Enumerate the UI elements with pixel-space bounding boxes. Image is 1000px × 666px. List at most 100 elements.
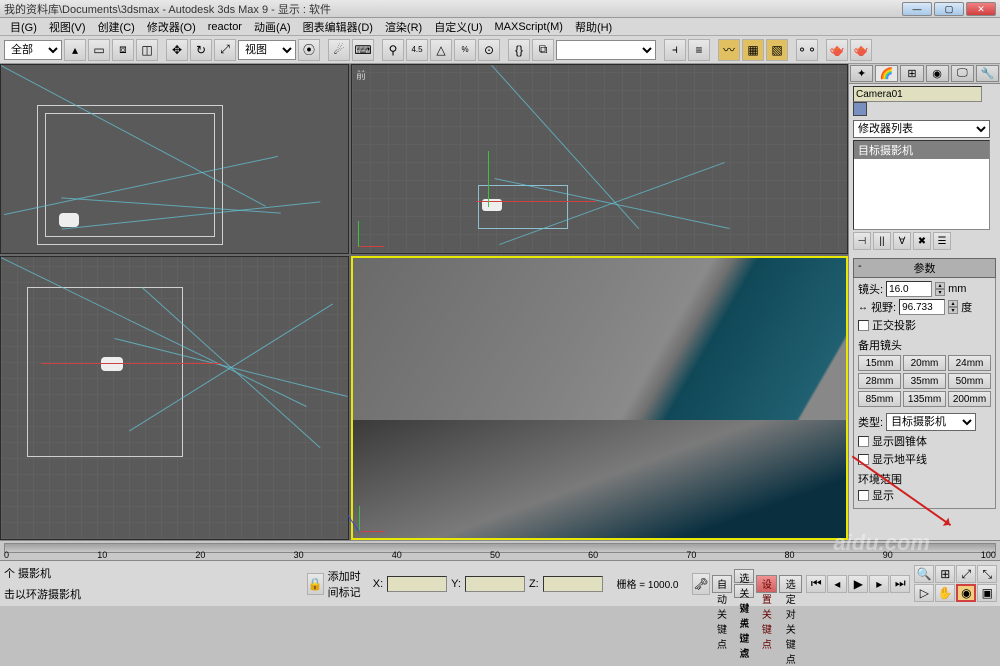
menu-item[interactable]: 渲染(R) — [379, 19, 428, 35]
viewport-front[interactable]: 前 — [351, 64, 848, 254]
menu-item[interactable]: 视图(V) — [43, 19, 92, 35]
select-scale-icon[interactable]: ⤢ — [214, 39, 236, 61]
spinner-snap-icon[interactable]: % — [454, 39, 476, 61]
mirror-icon[interactable]: ⧉ — [532, 39, 554, 61]
align-icon[interactable]: ⫞ — [664, 39, 686, 61]
named-sets-dropdown[interactable] — [556, 40, 656, 60]
minimize-button[interactable]: — — [902, 2, 932, 16]
close-button[interactable]: ✕ — [966, 2, 996, 16]
select-manipulate-icon[interactable]: ☄ — [328, 39, 350, 61]
zoom-all-icon[interactable]: ⊞ — [935, 565, 955, 583]
menu-item[interactable]: 图表编辑器(D) — [297, 19, 379, 35]
auto-key-button[interactable]: 自动关键点 — [712, 575, 733, 593]
create-tab-icon[interactable]: ✦ — [850, 65, 873, 82]
lens-preset-button[interactable]: 24mm — [948, 355, 991, 371]
pin-stack-icon[interactable]: ⊣ — [853, 232, 871, 250]
menu-item[interactable]: reactor — [202, 21, 248, 33]
pan-icon[interactable]: ✋ — [935, 584, 955, 602]
modifier-stack[interactable]: 目标摄影机 — [853, 140, 990, 230]
menu-item[interactable]: 动画(A) — [248, 19, 297, 35]
object-color-swatch[interactable] — [853, 102, 867, 116]
menu-item[interactable]: 帮助(H) — [569, 19, 618, 35]
camera-gizmo[interactable] — [59, 213, 79, 227]
key-selected-dropdown[interactable]: 选定对关键点 — [779, 575, 802, 593]
menu-item[interactable]: MAXScript(M) — [489, 21, 569, 33]
reference-coord-dropdown[interactable]: 视图 — [238, 40, 296, 60]
lock-selection-icon[interactable]: 🔒 — [307, 573, 324, 595]
show-horizon-checkbox[interactable] — [858, 454, 869, 465]
ortho-checkbox[interactable] — [858, 320, 869, 331]
camera-gizmo[interactable] — [101, 357, 123, 371]
configure-icon[interactable]: ☰ — [933, 232, 951, 250]
utilities-tab-icon[interactable]: 🔧 — [976, 65, 999, 82]
next-frame-icon[interactable]: ▸ — [869, 575, 889, 593]
lens-preset-button[interactable]: 15mm — [858, 355, 901, 371]
viewport-camera[interactable]: Camera01 — [351, 256, 848, 540]
selection-filter-dropdown[interactable]: 全部 — [4, 40, 62, 60]
snap-percent-icon[interactable]: △ — [430, 39, 452, 61]
lens-preset-button[interactable]: 135mm — [903, 391, 946, 407]
modify-tab-icon[interactable]: 🌈 — [875, 65, 898, 82]
lens-preset-button[interactable]: 20mm — [903, 355, 946, 371]
fov-spinner[interactable] — [899, 299, 945, 315]
zoom-extents-icon[interactable]: ⤢ — [956, 565, 976, 583]
snap-2d-icon[interactable]: ⚲ — [382, 39, 404, 61]
key-filters-button[interactable]: 关键点过滤 — [734, 584, 754, 598]
lens-spinner[interactable] — [886, 281, 932, 297]
schematic-icon[interactable]: ▧ — [766, 39, 788, 61]
maximize-viewport-icon[interactable]: ▣ — [977, 584, 997, 602]
menu-item[interactable]: 创建(C) — [92, 19, 141, 35]
motion-tab-icon[interactable]: ◉ — [926, 65, 949, 82]
render-scene-icon[interactable]: 🫖 — [826, 39, 848, 61]
rollout-header-params[interactable]: - 参数 — [853, 258, 996, 278]
keyboard-shortcut-icon[interactable]: ⌨ — [352, 39, 374, 61]
select-icon[interactable]: ▴ — [64, 39, 86, 61]
camera-type-dropdown[interactable]: 目标摄影机 — [886, 413, 976, 431]
pivot-icon[interactable]: ⦿ — [298, 39, 320, 61]
menu-item[interactable]: 目(G) — [4, 19, 43, 35]
lens-preset-button[interactable]: 50mm — [948, 373, 991, 389]
selected-keys-button[interactable]: 选定对关键点 — [734, 569, 754, 583]
snap-angle-icon[interactable]: 4.5 — [406, 39, 428, 61]
lens-preset-button[interactable]: 200mm — [948, 391, 991, 407]
spinner-buttons[interactable]: ▴▾ — [948, 300, 958, 314]
play-icon[interactable]: ▶ — [848, 575, 868, 593]
named-selection-icon[interactable]: {} — [508, 39, 530, 61]
show-cone-checkbox[interactable] — [858, 436, 869, 447]
zoom-extents-all-icon[interactable]: ⤡ — [977, 565, 997, 583]
goto-start-icon[interactable]: ⏮ — [806, 575, 826, 593]
layers-icon[interactable]: ≡ — [688, 39, 710, 61]
fov-nav-icon[interactable]: ▷ — [914, 584, 934, 602]
select-move-icon[interactable]: ✥ — [166, 39, 188, 61]
curve-editor-icon[interactable]: 〰 — [718, 39, 740, 61]
orbit-camera-icon[interactable]: ◉ — [956, 584, 976, 602]
lens-preset-button[interactable]: 28mm — [858, 373, 901, 389]
menu-item[interactable]: 自定义(U) — [428, 19, 488, 35]
object-name-field[interactable] — [853, 86, 982, 102]
maximize-button[interactable]: ▢ — [934, 2, 964, 16]
prev-frame-icon[interactable]: ◂ — [827, 575, 847, 593]
set-key-button[interactable]: 设置关键点 — [756, 575, 777, 593]
show-env-checkbox[interactable] — [858, 490, 869, 501]
select-crossing-icon[interactable]: ◫ — [136, 39, 158, 61]
key-mode-icon[interactable]: 🗝 — [692, 573, 709, 595]
select-region-icon[interactable]: ▭ — [88, 39, 110, 61]
modifier-list-dropdown[interactable]: 修改器列表 — [853, 120, 990, 138]
dope-sheet-icon[interactable]: ▦ — [742, 39, 764, 61]
viewport-left[interactable] — [0, 256, 349, 540]
goto-end-icon[interactable]: ⏭ — [890, 575, 910, 593]
magnet-icon[interactable]: ⊙ — [478, 39, 500, 61]
time-tag-label[interactable]: 添加时间标记 — [328, 568, 369, 600]
lens-preset-button[interactable]: 85mm — [858, 391, 901, 407]
menu-item[interactable]: 修改器(O) — [141, 19, 202, 35]
z-coord-field[interactable] — [543, 576, 603, 592]
quick-render-icon[interactable]: 🫖 — [850, 39, 872, 61]
select-window-icon[interactable]: ⧈ — [112, 39, 134, 61]
zoom-icon[interactable]: 🔍 — [914, 565, 934, 583]
show-end-icon[interactable]: || — [873, 232, 891, 250]
make-unique-icon[interactable]: ∀ — [893, 232, 911, 250]
time-slider[interactable]: 0 10 20 30 40 50 60 70 80 90 100 — [0, 540, 1000, 560]
y-coord-field[interactable] — [465, 576, 525, 592]
lens-preset-button[interactable]: 35mm — [903, 373, 946, 389]
hierarchy-tab-icon[interactable]: ⊞ — [900, 65, 923, 82]
